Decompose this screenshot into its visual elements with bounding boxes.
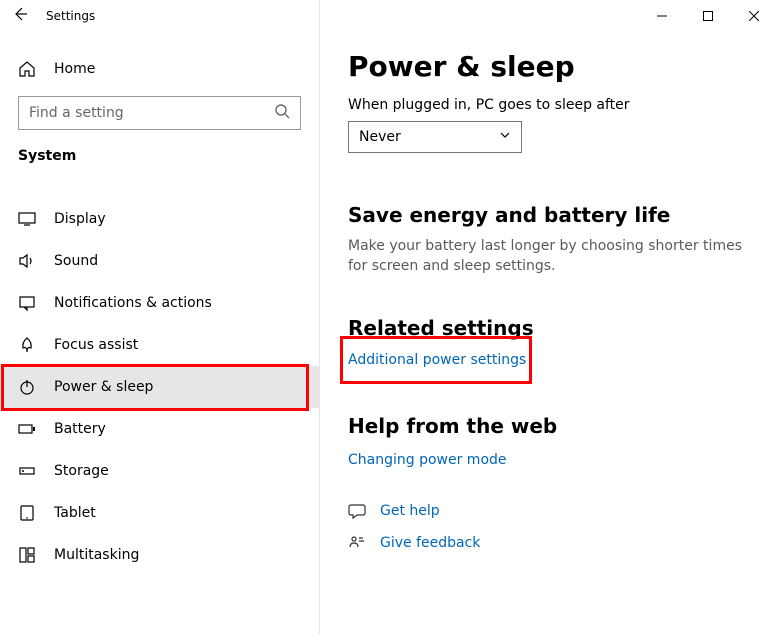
- home-label: Home: [54, 61, 95, 77]
- sidebar-item-label: Focus assist: [54, 337, 138, 353]
- chevron-down-icon: [499, 129, 511, 145]
- related-heading: Related settings: [348, 316, 749, 340]
- sidebar-item-display[interactable]: Display: [0, 198, 319, 240]
- sidebar-item-label: Display: [54, 211, 106, 227]
- sidebar-item-storage[interactable]: Storage: [0, 450, 319, 492]
- sidebar-item-label: Sound: [54, 253, 98, 269]
- energy-heading: Save energy and battery life: [348, 203, 749, 227]
- changing-power-mode-link[interactable]: Changing power mode: [348, 452, 507, 468]
- display-icon: [18, 210, 36, 228]
- energy-desc: Make your battery last longer by choosin…: [348, 237, 749, 276]
- notifications-icon: [18, 294, 36, 312]
- get-help-link[interactable]: Get help: [380, 503, 440, 519]
- help-heading: Help from the web: [348, 414, 749, 438]
- titlebar: Settings: [0, 0, 777, 32]
- get-help-icon: [348, 502, 366, 520]
- battery-icon: [18, 420, 36, 438]
- sidebar-item-sound[interactable]: Sound: [0, 240, 319, 282]
- page-title: Power & sleep: [348, 50, 749, 83]
- home-button[interactable]: Home: [0, 50, 319, 88]
- sleep-select[interactable]: Never: [348, 121, 522, 153]
- sidebar-item-label: Notifications & actions: [54, 295, 212, 311]
- window-title: Settings: [46, 9, 95, 23]
- sidebar-item-label: Power & sleep: [54, 379, 153, 395]
- maximize-button[interactable]: [685, 0, 731, 32]
- highlight-box: [1, 364, 309, 411]
- sidebar-nav: Display Sound Notifications & actions Fo…: [0, 178, 319, 576]
- sidebar-item-focus-assist[interactable]: Focus assist: [0, 324, 319, 366]
- sidebar-item-power-sleep[interactable]: Power & sleep: [0, 366, 319, 408]
- multitasking-icon: [18, 546, 36, 564]
- main-content: Power & sleep When plugged in, PC goes t…: [320, 0, 777, 634]
- focus-assist-icon: [18, 336, 36, 354]
- sidebar-item-notifications[interactable]: Notifications & actions: [0, 282, 319, 324]
- tablet-icon: [18, 504, 36, 522]
- give-feedback-row[interactable]: Give feedback: [348, 534, 749, 552]
- sidebar-item-tablet[interactable]: Tablet: [0, 492, 319, 534]
- sound-icon: [18, 252, 36, 270]
- additional-power-settings-link[interactable]: Additional power settings: [348, 352, 526, 368]
- power-icon: [18, 378, 36, 396]
- search-icon: [274, 103, 290, 123]
- sidebar-item-multitasking[interactable]: Multitasking: [0, 534, 319, 576]
- search-input[interactable]: [29, 105, 274, 121]
- sidebar-section-label: System: [0, 148, 319, 178]
- minimize-button[interactable]: [639, 0, 685, 32]
- search-box[interactable]: [18, 96, 301, 130]
- back-button[interactable]: [12, 6, 28, 26]
- sidebar-item-battery[interactable]: Battery: [0, 408, 319, 450]
- feedback-icon: [348, 534, 366, 552]
- sleep-label: When plugged in, PC goes to sleep after: [348, 97, 749, 113]
- sidebar: Home System Display Sound: [0, 0, 320, 634]
- storage-icon: [18, 462, 36, 480]
- close-button[interactable]: [731, 0, 777, 32]
- home-icon: [18, 60, 36, 78]
- sidebar-item-label: Storage: [54, 463, 109, 479]
- sidebar-item-label: Multitasking: [54, 547, 139, 563]
- give-feedback-link[interactable]: Give feedback: [380, 535, 480, 551]
- sleep-select-value: Never: [359, 129, 401, 145]
- sidebar-item-label: Tablet: [54, 505, 96, 521]
- sidebar-item-label: Battery: [54, 421, 106, 437]
- get-help-row[interactable]: Get help: [348, 502, 749, 520]
